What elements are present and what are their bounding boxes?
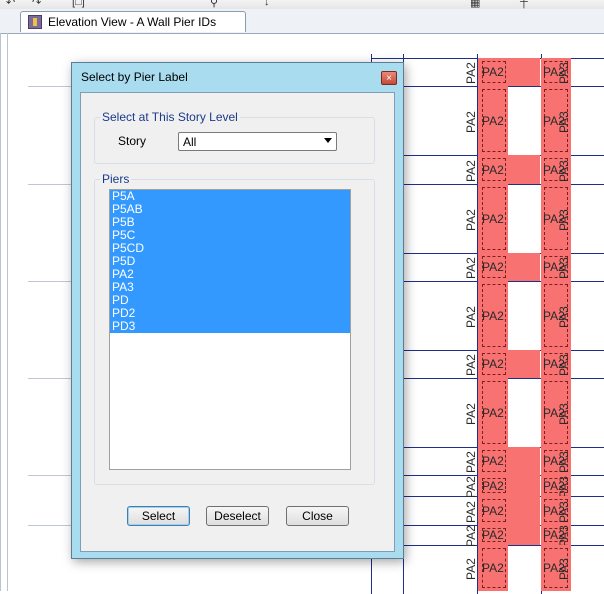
pier-label-rotated: PA3: [557, 159, 571, 182]
pier-label-left: PA2: [464, 525, 478, 547]
elevation-view-icon: [28, 15, 42, 29]
list-item[interactable]: PD2: [110, 307, 350, 320]
arrow-icon[interactable]: ↓: [264, 0, 270, 8]
pier-label: PA2: [482, 211, 504, 226]
pier-label: PA2: [482, 308, 504, 323]
pier-label-left: PA2: [464, 257, 478, 279]
close-icon[interactable]: ×: [381, 71, 397, 85]
dialog-title: Select by Pier Label: [81, 70, 188, 84]
pier-label-left: PA2: [464, 208, 478, 231]
chevron-down-icon[interactable]: [324, 138, 332, 143]
pier-label-rotated: PA3: [557, 500, 571, 523]
pier-label: PA2: [482, 528, 504, 542]
pier-label-rotated: PA3: [557, 305, 571, 328]
pier-label-rotated: PA3: [557, 558, 571, 580]
pier-label-left: PA2: [464, 159, 478, 182]
list-item[interactable]: P5D: [110, 255, 350, 268]
pier-label-rotated: PA3: [557, 208, 571, 231]
pier-label-rotated: PA3: [557, 110, 571, 133]
pier-label: PA2: [482, 503, 504, 518]
pier-label: PA2: [482, 561, 504, 575]
pier-label-rotated: PA3: [557, 354, 571, 376]
pier-label: PA2: [482, 405, 504, 420]
story-label: Story: [118, 134, 147, 148]
list-item[interactable]: P5A: [110, 190, 350, 203]
tab-elevation-view[interactable]: Elevation View - A Wall Pier IDs: [20, 11, 246, 32]
redo-icon[interactable]: ↷: [32, 0, 41, 9]
ruler-icon[interactable]: ┼: [520, 0, 528, 8]
pier-label-left: PA2: [464, 475, 478, 498]
list-item[interactable]: PA3: [110, 281, 350, 294]
pier-label-left: PA2: [464, 354, 478, 376]
list-item[interactable]: P5C: [110, 229, 350, 242]
pier-label-rotated: PA3: [557, 451, 571, 473]
pier-label-left: PA2: [464, 110, 478, 133]
piers-listbox[interactable]: P5A P5AB P5B P5C P5CD P5D PA2 PA3 PD PD2 PD3: [109, 189, 351, 470]
list-item[interactable]: PD: [110, 294, 350, 307]
select-by-pier-label-dialog: Select by Pier Label × Select at This St…: [71, 62, 404, 559]
list-item[interactable]: P5CD: [110, 242, 350, 255]
pier-label-rotated: PA3: [557, 257, 571, 279]
pier-label: PA2: [482, 454, 504, 468]
list-item[interactable]: P5B: [110, 216, 350, 229]
tab-title: Elevation View - A Wall Pier IDs: [48, 15, 217, 29]
pier-label-rotated: PA3: [557, 62, 571, 84]
deselect-button[interactable]: Deselect: [206, 506, 269, 526]
pier-label-left: PA2: [464, 402, 478, 425]
story-dropdown[interactable]: All: [178, 132, 337, 151]
tab-bar: Elevation View - A Wall Pier IDs: [0, 9, 604, 34]
list-item[interactable]: P5AB: [110, 203, 350, 216]
pier-label-rotated: PA3: [557, 475, 571, 498]
frame-line-left: [0, 33, 1, 591]
undo-icon[interactable]: ↶: [6, 0, 15, 9]
pier-label: PA2: [482, 162, 504, 177]
story-value: All: [183, 135, 197, 149]
grid-icon[interactable]: ▦: [470, 0, 480, 9]
list-item[interactable]: PD3: [110, 320, 350, 333]
pier-label: PA2: [482, 478, 504, 493]
pier-label-left: PA2: [464, 305, 478, 328]
piers-group-label: Piers: [100, 172, 132, 186]
pier-label-left: PA2: [464, 62, 478, 84]
close-button[interactable]: Close: [286, 506, 349, 526]
story-level-group-label: Select at This Story Level: [100, 110, 240, 124]
piers-list-items: P5A P5AB P5B P5C P5CD P5D PA2 PA3 PD PD2 PD3: [110, 190, 350, 333]
pier-label: PA2: [482, 65, 504, 79]
select-button[interactable]: Select: [127, 506, 190, 526]
pier-label-rotated: PA3: [557, 402, 571, 425]
pier-label-left: PA2: [464, 558, 478, 580]
pier-label-rotated: PA3: [557, 525, 571, 547]
pier-label: PA2: [482, 260, 504, 274]
zoom-icon[interactable]: ⚲: [210, 0, 218, 9]
pier-label: PA2: [482, 357, 504, 371]
pier-label-left: PA2: [464, 451, 478, 473]
list-item[interactable]: PA2: [110, 268, 350, 281]
bracket-icon[interactable]: [□]: [72, 0, 85, 8]
pier-label-left: PA2: [464, 500, 478, 523]
pier-label: PA2: [482, 113, 504, 128]
